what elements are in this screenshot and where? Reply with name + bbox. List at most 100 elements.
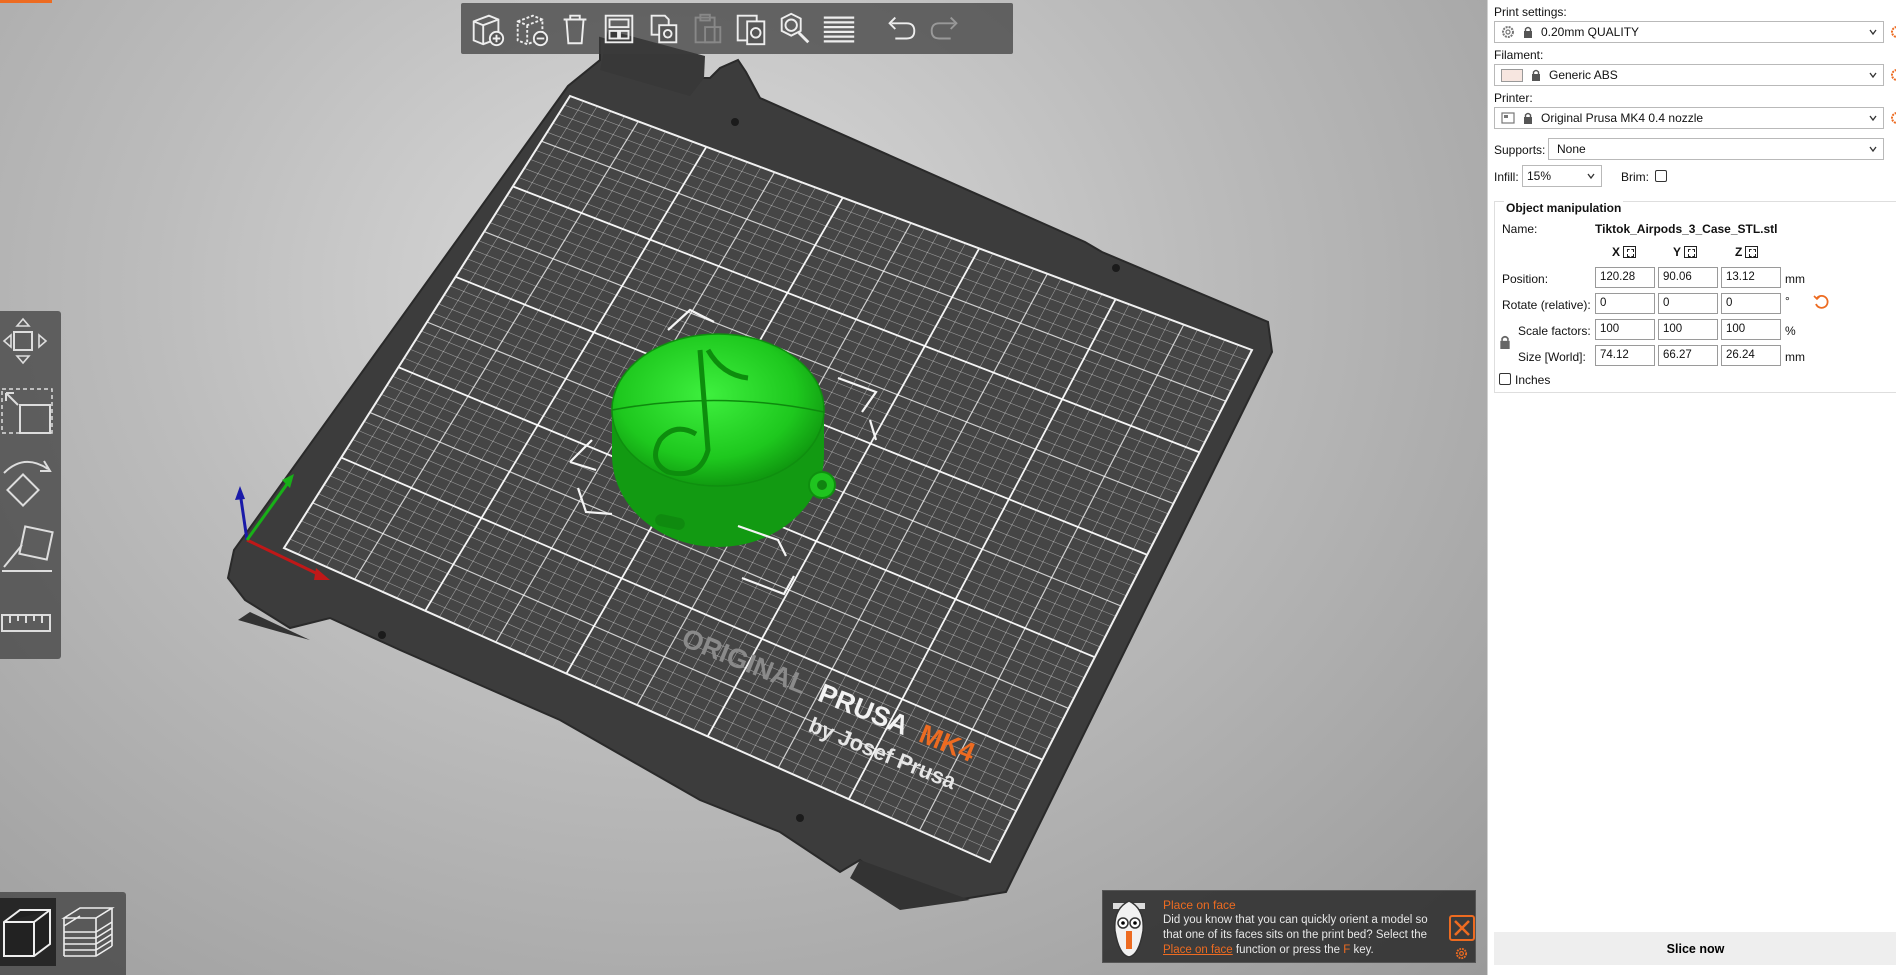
rotate-y-field[interactable]: 0 — [1658, 293, 1718, 314]
rotate-label: Rotate (relative): — [1502, 298, 1591, 312]
size-unit: mm — [1785, 350, 1805, 364]
bed-hole — [378, 631, 386, 639]
bed-hole — [796, 814, 804, 822]
chevron-down-icon — [1869, 146, 1877, 153]
scale-unit: % — [1785, 324, 1796, 338]
print-bed-scene[interactable]: ORIGINAL PRUSA MK4 by Josef Prusa — [0, 0, 1487, 975]
axis-z-header: Z — [1735, 245, 1759, 259]
reset-rotation-icon[interactable] — [1813, 294, 1829, 310]
rotate-z-field[interactable]: 0 — [1721, 293, 1781, 314]
scale-z-field[interactable]: 100 — [1721, 319, 1781, 340]
position-x-field[interactable]: 120.28 — [1595, 267, 1655, 288]
hint-link-place-on-face[interactable]: Place on face — [1163, 944, 1233, 956]
size-x-field[interactable]: 74.12 — [1595, 345, 1655, 366]
instances-icon[interactable] — [731, 9, 771, 49]
position-y-field[interactable]: 90.06 — [1658, 267, 1718, 288]
infill-combo[interactable]: 15% — [1522, 165, 1602, 187]
measure-tool-icon[interactable] — [0, 597, 56, 653]
printer-label: Printer: — [1494, 91, 1533, 105]
hint-settings-gear-icon[interactable] — [1455, 947, 1468, 960]
supports-label: Supports: — [1494, 143, 1546, 157]
position-z-field[interactable]: 13.12 — [1721, 267, 1781, 288]
print-settings-edit-gear-icon[interactable] — [1890, 25, 1896, 39]
delete-object-icon[interactable] — [511, 9, 551, 49]
axis-x-label: X — [1612, 245, 1621, 259]
top-toolbar — [461, 3, 1013, 54]
rotate-tool-icon[interactable] — [0, 453, 56, 509]
axis-z-label: Z — [1735, 245, 1743, 259]
z-axis-arrow — [235, 486, 245, 500]
supports-value: None — [1557, 142, 1586, 156]
brim-checkbox[interactable] — [1655, 170, 1667, 182]
axis-z-icon — [1745, 246, 1759, 258]
copy-icon[interactable] — [643, 9, 683, 49]
hint-text-a: Did you know that you can quickly orient… — [1163, 914, 1428, 941]
hint-text-b: function or press the — [1232, 944, 1344, 956]
view-mode-toolbar — [0, 892, 126, 975]
gear-icon — [1502, 26, 1514, 38]
object-manipulation-title: Object manipulation — [1504, 201, 1624, 215]
print-settings-value: 0.20mm QUALITY — [1541, 25, 1640, 39]
brim-label: Brim: — [1621, 170, 1649, 184]
scale-y-field[interactable]: 100 — [1658, 319, 1718, 340]
object-manipulation-panel: Object manipulation Name: Tiktok_Airpods… — [1494, 201, 1896, 393]
object-name-value: Tiktok_Airpods_3_Case_STL.stl — [1595, 222, 1778, 236]
printer-edit-gear-icon[interactable] — [1890, 111, 1896, 125]
print-settings-label: Print settings: — [1494, 5, 1567, 19]
paste-icon[interactable] — [687, 9, 727, 49]
add-object-icon[interactable] — [467, 9, 507, 49]
redo-icon[interactable] — [925, 9, 965, 49]
preview-layers-icon[interactable] — [60, 898, 116, 966]
size-z-field[interactable]: 26.24 — [1721, 345, 1781, 366]
search-icon[interactable] — [775, 9, 815, 49]
close-icon — [1454, 920, 1470, 936]
axis-x-header: X — [1612, 245, 1637, 259]
model-top — [611, 333, 825, 487]
scale-label: Scale factors: — [1518, 324, 1591, 338]
printer-icon — [1501, 112, 1515, 124]
inches-checkbox[interactable] — [1499, 373, 1511, 385]
left-toolbar — [0, 311, 61, 659]
settings-sidebar: Print settings: 0.20mm QUALITY Filament:… — [1487, 0, 1896, 975]
bed-hole — [731, 118, 739, 126]
printer-value: Original Prusa MK4 0.4 nozzle — [1541, 111, 1704, 125]
place-on-face-tool-icon[interactable] — [0, 523, 56, 579]
scale-tool-icon[interactable] — [0, 385, 56, 441]
axis-x-icon — [1623, 246, 1637, 258]
filament-color-swatch — [1501, 68, 1523, 82]
scale-x-field[interactable]: 100 — [1595, 319, 1655, 340]
infill-label: Infill: — [1494, 170, 1519, 184]
axis-y-label: Y — [1673, 245, 1682, 259]
hint-text-c: key. — [1350, 944, 1374, 956]
arrange-icon[interactable] — [599, 9, 639, 49]
delete-all-icon[interactable] — [555, 9, 595, 49]
layers-editing-icon[interactable] — [819, 9, 859, 49]
rotate-x-field[interactable]: 0 — [1595, 293, 1655, 314]
axis-y-header: Y — [1673, 245, 1698, 259]
size-y-field[interactable]: 66.27 — [1658, 345, 1718, 366]
3d-view-icon[interactable] — [0, 898, 56, 966]
model-loop-hole — [817, 480, 827, 490]
position-unit: mm — [1785, 272, 1805, 286]
position-label: Position: — [1502, 272, 1549, 286]
hint-mascot-icon — [1113, 900, 1145, 958]
printer-combo[interactable]: Original Prusa MK4 0.4 nozzle — [1494, 107, 1884, 129]
filament-label: Filament: — [1494, 48, 1544, 62]
size-label: Size [World]: — [1518, 350, 1586, 364]
filament-edit-gear-icon[interactable] — [1890, 68, 1896, 82]
hint-title: Place on face — [1163, 898, 1236, 912]
3d-viewport[interactable]: ORIGINAL PRUSA MK4 by Josef Prusa Place … — [0, 0, 1487, 975]
slice-now-button[interactable]: Slice now — [1494, 932, 1896, 965]
supports-combo[interactable]: None — [1548, 138, 1884, 160]
chevron-down-icon — [1587, 173, 1595, 180]
print-settings-combo[interactable]: 0.20mm QUALITY — [1494, 21, 1884, 43]
hint-close-button[interactable] — [1449, 915, 1475, 941]
undo-icon[interactable] — [881, 9, 921, 49]
uniform-scale-lock-icon[interactable] — [1499, 335, 1511, 349]
axis-y-icon — [1684, 246, 1698, 258]
chevron-down-icon — [1869, 115, 1877, 122]
filament-combo[interactable]: Generic ABS — [1494, 64, 1884, 86]
lock-icon — [1524, 26, 1532, 38]
move-tool-icon[interactable] — [0, 315, 56, 371]
chevron-down-icon — [1869, 29, 1877, 36]
